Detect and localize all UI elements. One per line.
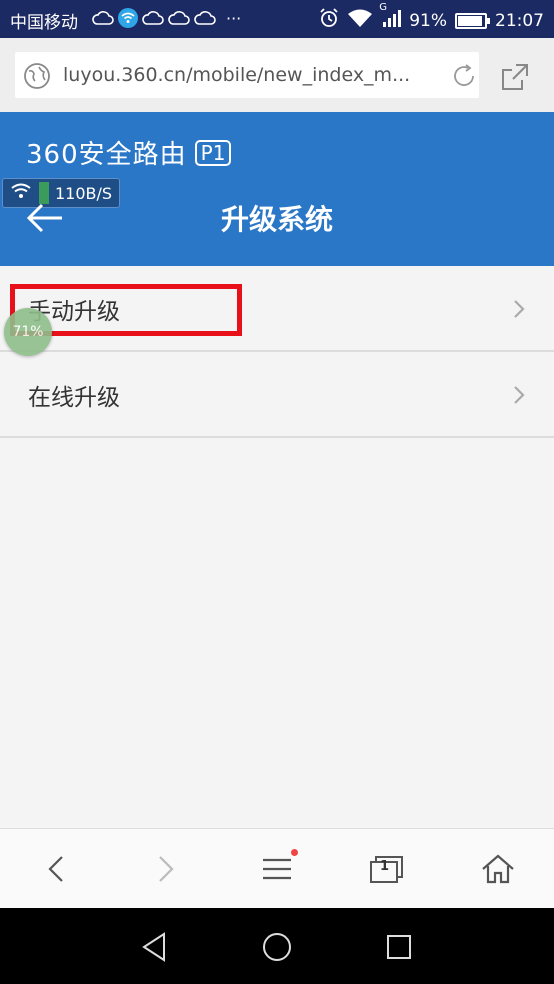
battery-percent: 91%	[409, 10, 447, 31]
chevron-right-icon	[512, 298, 526, 320]
globe-icon	[23, 62, 51, 90]
reload-icon[interactable]	[450, 62, 478, 90]
url-text[interactable]: luyou.360.cn/mobile/new_index_m...	[63, 64, 433, 86]
url-field[interactable]: luyou.360.cn/mobile/new_index_m...	[15, 52, 479, 98]
chevron-right-icon	[512, 384, 526, 406]
nav-home-icon[interactable]	[260, 930, 294, 964]
clock: 21:07	[495, 10, 544, 31]
nav-recents-icon[interactable]	[382, 930, 416, 964]
menu-list: 手动升级 71% 在线升级	[0, 266, 554, 828]
browser-forward-icon[interactable]	[146, 851, 186, 887]
battery-icon	[455, 12, 490, 29]
status-bar: 中国移动 ··· G 91% 21:07	[0, 0, 554, 38]
nav-back-icon[interactable]	[138, 930, 172, 964]
cellular-signal-icon: G	[379, 2, 402, 33]
carrier-name: 中国移动	[10, 13, 78, 33]
wifi-signal-icon	[347, 8, 373, 33]
more-notifications-indicator: ···	[226, 8, 242, 28]
app-header: 360安全路由 P1 110B/S 升级系统	[0, 112, 554, 266]
tabs-icon[interactable]: 1	[366, 851, 406, 887]
browser-back-icon[interactable]	[36, 851, 76, 887]
model-badge: P1	[194, 139, 232, 166]
page-title: 升级系统	[220, 203, 333, 236]
cloud-icon	[168, 10, 190, 26]
share-icon[interactable]	[500, 62, 530, 92]
notification-icons: ···	[92, 8, 241, 28]
brand-name: 360安全路由	[26, 140, 187, 170]
cloud-icon	[142, 10, 164, 26]
tab-count: 1	[380, 859, 390, 874]
browser-toolbar: 1	[0, 828, 554, 908]
menu-icon[interactable]	[258, 849, 298, 887]
browser-address-bar: luyou.360.cn/mobile/new_index_m...	[0, 38, 554, 112]
menu-item-manual-upgrade[interactable]: 手动升级	[0, 266, 554, 352]
menu-item-online-upgrade[interactable]: 在线升级	[0, 352, 554, 438]
cloud-icon	[92, 10, 114, 26]
system-nav-bar	[0, 908, 554, 984]
alarm-icon	[319, 8, 339, 33]
wifi-notification-icon	[118, 8, 138, 28]
brand-logo: 360安全路由 P1	[26, 134, 232, 171]
home-icon[interactable]	[478, 851, 518, 887]
cloud-icon	[194, 10, 216, 26]
floating-ball[interactable]: 71%	[4, 308, 52, 356]
notification-dot	[291, 849, 298, 856]
menu-item-label: 在线升级	[28, 385, 120, 411]
status-right: G 91% 21:07	[319, 2, 544, 33]
signal-type-label: G	[379, 2, 387, 13]
